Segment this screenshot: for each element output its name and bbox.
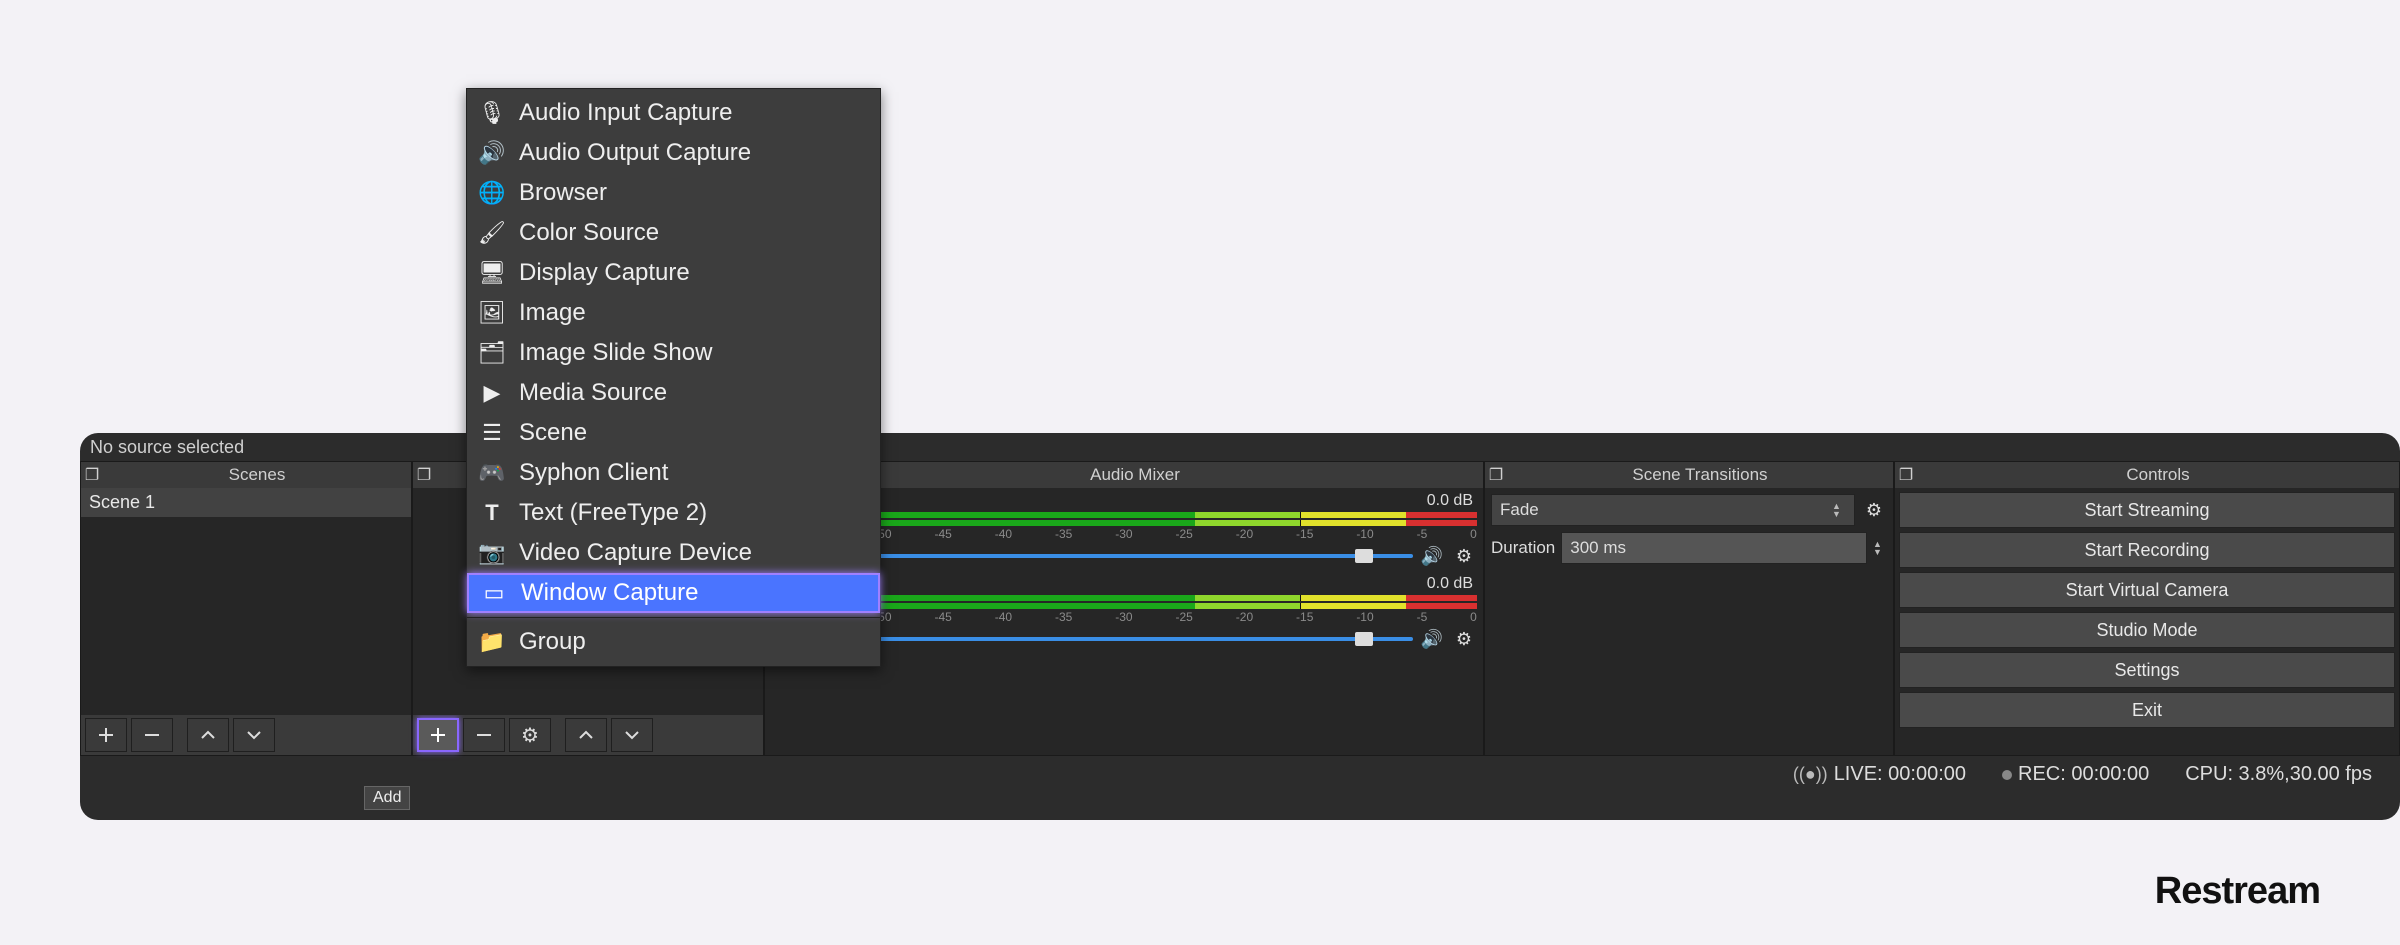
menu-item-image[interactable]: 🖼Image	[467, 293, 880, 333]
select-arrows-icon: ▲▼	[1832, 502, 1846, 518]
transitions-title: Scene Transitions	[1507, 465, 1893, 485]
sources-remove-button[interactable]	[463, 718, 505, 752]
mute-button[interactable]: 🔊	[1419, 626, 1445, 652]
sources-up-button[interactable]	[565, 718, 607, 752]
settings-button[interactable]: Settings	[1899, 652, 2395, 688]
duration-input[interactable]: 300 ms	[1561, 532, 1867, 564]
menu-item-display-capture[interactable]: 🖥Display Capture	[467, 253, 880, 293]
menu-divider	[467, 617, 880, 618]
popout-icon[interactable]: ❐	[1485, 465, 1507, 485]
gear-icon: ⚙	[1866, 500, 1882, 521]
track-db: 0.0 dB	[1427, 492, 1473, 510]
track-db: 0.0 dB	[1427, 575, 1473, 593]
transitions-panel: ❐ Scene Transitions Fade ▲▼ ⚙ Duration 3…	[1484, 461, 1894, 756]
list-icon: ☰	[477, 420, 507, 446]
chevron-up-icon	[199, 726, 217, 744]
scenes-down-button[interactable]	[233, 718, 275, 752]
plus-icon	[97, 726, 115, 744]
window-icon: ▭	[479, 580, 509, 606]
popout-icon[interactable]: ❐	[1895, 465, 1917, 485]
camera-icon: 📷	[477, 540, 507, 566]
scenes-add-button[interactable]	[85, 718, 127, 752]
mute-button[interactable]: 🔊	[1419, 543, 1445, 569]
folder-icon: 📁	[477, 629, 507, 655]
scenes-title: Scenes	[103, 465, 411, 485]
live-status: ((●))LIVE: 00:00:00	[1793, 763, 1966, 786]
transition-settings-button[interactable]: ⚙	[1861, 497, 1887, 523]
menu-item-media-source[interactable]: ▶Media Source	[467, 373, 880, 413]
exit-button[interactable]: Exit	[1899, 692, 2395, 728]
menu-item-text[interactable]: TText (FreeType 2)	[467, 493, 880, 533]
transition-selected: Fade	[1500, 500, 1539, 520]
chevron-up-icon	[577, 726, 595, 744]
obs-window: No source selected ❐ Scenes Scene 1	[80, 433, 2400, 820]
menu-item-syphon-client[interactable]: 🎮Syphon Client	[467, 453, 880, 493]
scenes-up-button[interactable]	[187, 718, 229, 752]
scenes-panel: ❐ Scenes Scene 1	[80, 461, 412, 756]
stepper-arrows-icon[interactable]: ▲▼	[1873, 540, 1887, 556]
speaker-icon: 🔊	[1421, 629, 1443, 650]
menu-item-browser[interactable]: 🌐Browser	[467, 173, 880, 213]
menu-item-scene[interactable]: ☰Scene	[467, 413, 880, 453]
track-settings-button[interactable]: ⚙	[1451, 543, 1477, 569]
image-icon: 🖼	[477, 300, 507, 326]
speaker-icon: 🔊	[1421, 546, 1443, 567]
sources-down-button[interactable]	[611, 718, 653, 752]
popout-icon[interactable]: ❐	[81, 465, 103, 485]
track-settings-button[interactable]: ⚙	[1451, 626, 1477, 652]
menu-item-color-source[interactable]: 🖌Color Source	[467, 213, 880, 253]
preview-status-bar: No source selected	[80, 433, 2400, 461]
scene-item[interactable]: Scene 1	[81, 488, 411, 517]
minus-icon	[475, 726, 493, 744]
slides-icon: 🗂	[477, 340, 507, 366]
scenes-remove-button[interactable]	[131, 718, 173, 752]
popout-icon[interactable]: ❐	[413, 465, 435, 485]
menu-item-window-capture[interactable]: ▭Window Capture	[467, 573, 880, 613]
start-recording-button[interactable]: Start Recording	[1899, 532, 2395, 568]
sources-settings-button[interactable]: ⚙	[509, 718, 551, 752]
menu-item-image-slide-show[interactable]: 🗂Image Slide Show	[467, 333, 880, 373]
menu-item-audio-input[interactable]: 🎙Audio Input Capture	[467, 93, 880, 133]
controls-panel: ❐ Controls Start Streaming Start Recordi…	[1894, 461, 2400, 756]
no-source-label: No source selected	[90, 437, 244, 457]
brush-icon: 🖌	[477, 220, 507, 246]
menu-item-group[interactable]: 📁Group	[467, 622, 880, 662]
status-bar: ((●))LIVE: 00:00:00 REC: 00:00:00 CPU: 3…	[80, 756, 2400, 792]
watermark: Restream	[2155, 870, 2320, 913]
transition-select[interactable]: Fade ▲▼	[1491, 494, 1855, 526]
menu-item-video-capture-device[interactable]: 📷Video Capture Device	[467, 533, 880, 573]
add-source-menu: 🎙Audio Input Capture 🔊Audio Output Captu…	[466, 88, 881, 667]
speaker-icon: 🔊	[477, 140, 507, 166]
record-dot-icon	[2002, 770, 2012, 780]
plus-icon	[429, 726, 447, 744]
controls-title: Controls	[1917, 465, 2399, 485]
cpu-status: CPU: 3.8%,30.00 fps	[2185, 763, 2372, 786]
gamepad-icon: 🎮	[477, 460, 507, 486]
add-tooltip: Add	[364, 786, 410, 810]
minus-icon	[143, 726, 161, 744]
gear-icon: ⚙	[1456, 546, 1472, 567]
menu-item-audio-output[interactable]: 🔊Audio Output Capture	[467, 133, 880, 173]
sources-add-button[interactable]	[417, 718, 459, 752]
gear-icon: ⚙	[1456, 629, 1472, 650]
start-virtual-camera-button[interactable]: Start Virtual Camera	[1899, 572, 2395, 608]
mixer-title: Audio Mixer	[787, 465, 1483, 485]
duration-label: Duration	[1491, 538, 1555, 558]
studio-mode-button[interactable]: Studio Mode	[1899, 612, 2395, 648]
start-streaming-button[interactable]: Start Streaming	[1899, 492, 2395, 528]
broadcast-icon: ((●))	[1793, 764, 1828, 784]
gear-icon: ⚙	[521, 723, 539, 748]
rec-status: REC: 00:00:00	[2002, 763, 2149, 786]
monitor-icon: 🖥	[477, 260, 507, 286]
text-icon: T	[477, 500, 507, 526]
globe-icon: 🌐	[477, 180, 507, 206]
duration-value: 300 ms	[1570, 538, 1626, 558]
play-icon: ▶	[477, 380, 507, 406]
chevron-down-icon	[245, 726, 263, 744]
chevron-down-icon	[623, 726, 641, 744]
mic-icon: 🎙	[477, 100, 507, 126]
